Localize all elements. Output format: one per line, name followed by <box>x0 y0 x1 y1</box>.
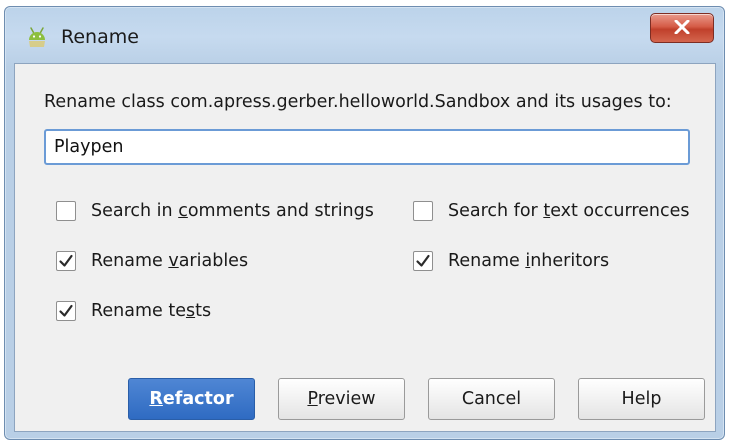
new-name-input[interactable] <box>44 129 690 165</box>
rename-tests-label: Rename tests <box>91 301 212 321</box>
close-x-icon <box>674 19 690 38</box>
title-bar[interactable]: Rename <box>5 7 724 63</box>
android-robot-icon <box>25 25 49 49</box>
rename-dialog-window: Rename Rename class com.apress.gerber.he… <box>4 6 725 440</box>
rename-inheritors-label: Rename inheritors <box>448 251 610 271</box>
window-title: Rename <box>61 26 139 48</box>
cancel-button-label: Cancel <box>461 389 522 409</box>
rename-prompt-label: Rename class com.apress.gerber.helloworl… <box>44 92 672 112</box>
close-button[interactable] <box>650 13 714 43</box>
checkmark-icon <box>59 304 73 317</box>
rename-variables-option[interactable]: Rename variables <box>56 251 248 271</box>
search-comments-option[interactable]: Search in comments and strings <box>56 201 374 221</box>
refactor-button-label: Refactor <box>149 389 234 409</box>
rename-variables-label: Rename variables <box>91 251 249 271</box>
dialog-content: Rename class com.apress.gerber.helloworl… <box>14 63 716 432</box>
search-comments-label: Search in comments and strings <box>91 201 374 221</box>
help-button-label: Help <box>621 389 662 409</box>
preview-button[interactable]: Preview <box>278 378 405 420</box>
rename-variables-checkbox[interactable] <box>56 251 76 271</box>
search-text-occurrences-label: Search for text occurrences <box>448 201 690 221</box>
cancel-button[interactable]: Cancel <box>428 378 555 420</box>
search-text-occurrences-checkbox[interactable] <box>413 201 433 221</box>
preview-button-label: Preview <box>307 389 376 409</box>
checkmark-icon <box>59 254 73 267</box>
help-button[interactable]: Help <box>578 378 705 420</box>
search-comments-checkbox[interactable] <box>56 201 76 221</box>
refactor-button[interactable]: Refactor <box>128 378 255 420</box>
rename-inheritors-option[interactable]: Rename inheritors <box>413 251 609 271</box>
rename-inheritors-checkbox[interactable] <box>413 251 433 271</box>
search-text-occurrences-option[interactable]: Search for text occurrences <box>413 201 690 221</box>
rename-tests-option[interactable]: Rename tests <box>56 301 211 321</box>
checkmark-icon <box>416 254 430 267</box>
rename-tests-checkbox[interactable] <box>56 301 76 321</box>
